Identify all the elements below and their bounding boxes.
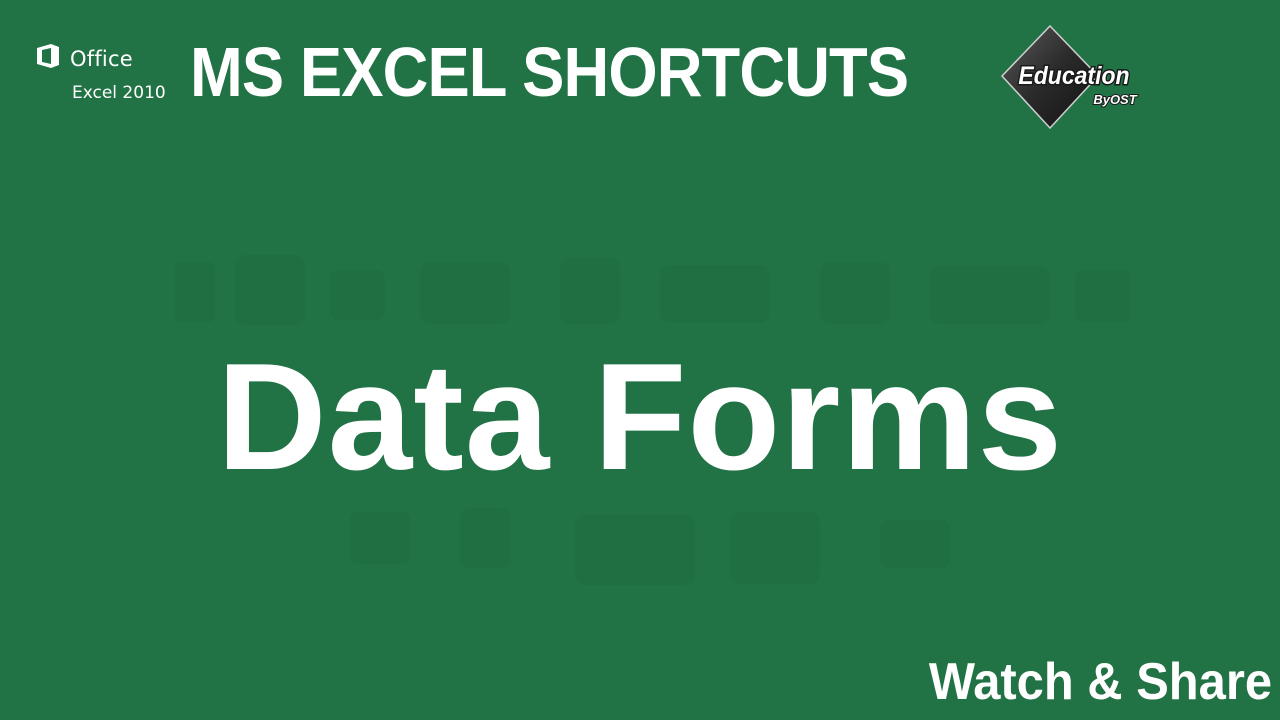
page-title: MS EXCEL SHORTCUTS	[190, 33, 909, 111]
office-logo-icon	[34, 42, 70, 75]
badge-text: Education ByOST	[1017, 61, 1139, 108]
badge-secondary-label: ByOST	[1093, 92, 1137, 107]
topic-title: Data Forms	[216, 332, 1064, 502]
education-badge: Education ByOST	[998, 24, 1148, 130]
office-brand-row: Office	[34, 42, 194, 75]
product-version-label: Excel 2010	[72, 83, 166, 103]
office-brand: Office Excel 2010	[34, 42, 194, 112]
badge-primary-label: Education	[1018, 62, 1129, 90]
watch-share-label: Watch & Share	[928, 653, 1272, 711]
office-label: Office	[70, 46, 133, 71]
